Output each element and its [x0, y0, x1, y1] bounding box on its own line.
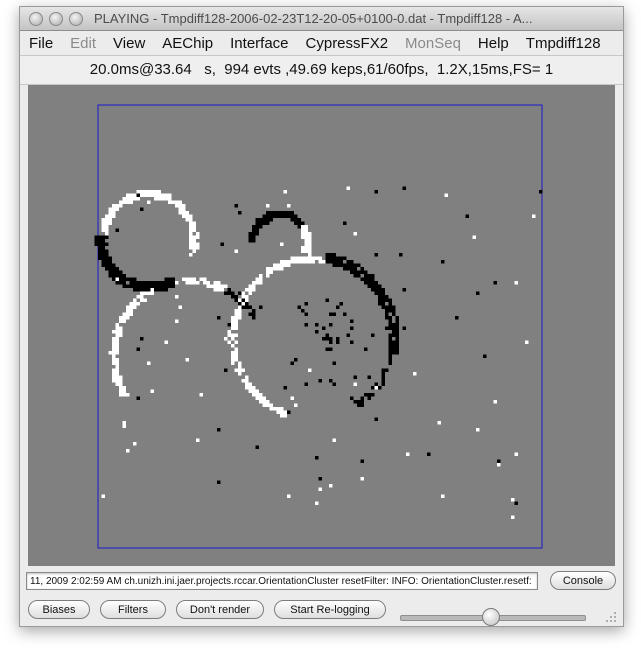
- playback-slider-knob[interactable]: [482, 608, 501, 626]
- console-button[interactable]: Console: [550, 571, 616, 590]
- menu-bar: File Edit View AEChip Interface CypressF…: [20, 31, 623, 55]
- menu-cypressfx2[interactable]: CypressFX2: [297, 35, 397, 52]
- retina-frame: [97, 104, 543, 549]
- start-relogging-button[interactable]: Start Re-logging: [274, 600, 386, 619]
- close-window-button[interactable]: [29, 12, 43, 26]
- menu-help[interactable]: Help: [469, 35, 517, 52]
- menu-view[interactable]: View: [104, 35, 153, 52]
- title-bar: PLAYING - Tmpdiff128-2006-02-23T12-20-05…: [20, 7, 623, 31]
- filters-button[interactable]: Filters: [100, 600, 166, 619]
- menu-monseq[interactable]: MonSeq: [396, 35, 469, 52]
- menu-file[interactable]: File: [20, 35, 61, 52]
- dont-render-button[interactable]: Don't render: [176, 600, 264, 619]
- console-log-field[interactable]: 11, 2009 2:02:59 AM ch.unizh.ini.jaer.pr…: [26, 572, 538, 590]
- app-window: PLAYING - Tmpdiff128-2006-02-23T12-20-05…: [19, 6, 624, 627]
- resize-grip-icon[interactable]: [602, 609, 618, 625]
- menu-edit[interactable]: Edit: [61, 35, 104, 52]
- zoom-window-button[interactable]: [69, 12, 83, 26]
- window-title: PLAYING - Tmpdiff128-2006-02-23T12-20-05…: [94, 11, 533, 26]
- playback-status-text: 20.0ms@33.64 s, 994 evts ,49.69 keps,61/…: [20, 55, 623, 85]
- control-panel: 11, 2009 2:02:59 AM ch.unizh.ini.jaer.pr…: [20, 567, 623, 626]
- biases-button[interactable]: Biases: [28, 600, 90, 619]
- menu-interface[interactable]: Interface: [221, 35, 296, 52]
- minimize-window-button[interactable]: [49, 12, 63, 26]
- event-viewer-canvas[interactable]: [28, 85, 615, 566]
- menu-tmpdiff128[interactable]: Tmpdiff128: [517, 35, 609, 52]
- event-pixels: [94, 186, 543, 519]
- event-display: [94, 104, 543, 549]
- menu-aechip[interactable]: AEChip: [153, 35, 221, 52]
